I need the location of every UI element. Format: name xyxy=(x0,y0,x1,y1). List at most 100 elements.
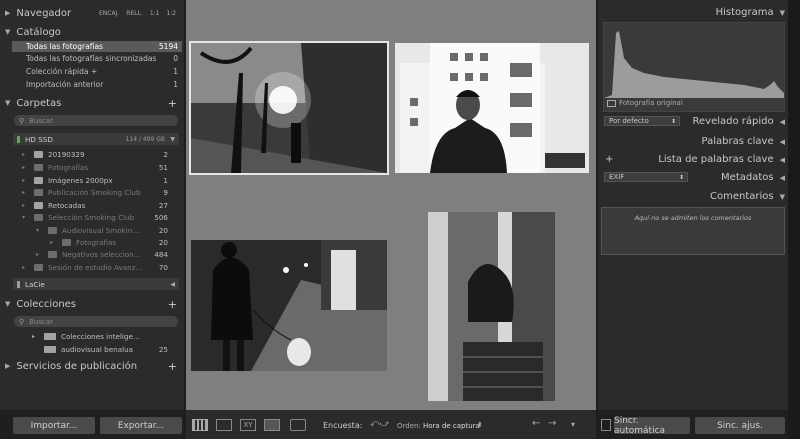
folder-count: 484 xyxy=(154,250,168,259)
folder-count: 9 xyxy=(163,188,168,197)
survey-swap-icon[interactable]: ⤺⤻ xyxy=(370,419,389,429)
expand-triangle-icon: ▼ xyxy=(779,192,785,201)
disclosure-icon: ▸ xyxy=(22,151,26,158)
keywords-header[interactable]: Palabras clave ◀ xyxy=(598,133,788,150)
folder-label: Negativos seleccion… xyxy=(62,250,141,259)
import-button[interactable]: Importar... xyxy=(13,417,95,434)
navigator-title: Navegador xyxy=(16,7,72,19)
survey-label: Encuesta: xyxy=(323,421,363,430)
search-placeholder: Buscar xyxy=(29,317,54,326)
catalog-item-label: Importación anterior xyxy=(26,80,104,89)
folder-label: Retocadas xyxy=(48,201,86,210)
folders-header[interactable]: ▼ Carpetas + xyxy=(0,94,184,112)
metadata-header[interactable]: Metadatos ◀ xyxy=(690,169,788,186)
volume-hd-ssd[interactable]: HD SSD 114 / 499 GB ▼ xyxy=(13,133,179,145)
disclosure-icon: ▸ xyxy=(22,164,26,171)
collection-item[interactable]: audiovisual benalua 25 xyxy=(32,344,182,355)
photo-thumbnail[interactable] xyxy=(395,43,589,173)
add-collection-icon[interactable]: + xyxy=(168,298,177,311)
loupe-view-icon[interactable] xyxy=(216,419,232,431)
disclosure-icon: ▸ xyxy=(50,239,54,246)
collection-count: 25 xyxy=(158,345,168,354)
folder-item[interactable]: ▸ Fotografías 20 xyxy=(50,237,182,248)
quick-develop-header[interactable]: Revelado rápido ◀ xyxy=(680,113,788,130)
volume-indicator-icon xyxy=(17,135,20,143)
histogram-header[interactable]: Histograma ▼ xyxy=(598,4,788,21)
volume-indicator-icon xyxy=(17,280,20,288)
preset-select[interactable]: Por defecto ⬍ xyxy=(604,116,680,126)
next-arrow-icon[interactable]: → xyxy=(548,418,556,429)
folder-item[interactable]: ▾ Audiovisual Smokin… 20 xyxy=(36,225,182,236)
zoom-1-1[interactable]: 1:1 xyxy=(150,10,160,17)
catalog-item-synced[interactable]: Todas las fotografías sincronizadas 0 xyxy=(12,53,182,64)
folder-label: Imágenes 2000px xyxy=(48,176,113,185)
zoom-fit[interactable]: ENCAJ. xyxy=(99,10,119,17)
original-photo-text: Fotografía original xyxy=(619,99,683,107)
collection-item[interactable]: ▸ Colecciones intelige… xyxy=(32,331,182,342)
publish-services-title: Servicios de publicación xyxy=(16,360,138,372)
add-service-icon[interactable]: + xyxy=(168,360,177,373)
comments-header[interactable]: Comentarios ▼ xyxy=(598,188,788,205)
photo-thumbnail[interactable] xyxy=(189,41,389,175)
export-button[interactable]: Exportar... xyxy=(100,417,182,434)
people-view-icon[interactable] xyxy=(290,419,306,431)
collapse-triangle-icon: ▶ xyxy=(5,9,11,17)
order-select[interactable]: Hora de captura xyxy=(423,422,480,430)
collections-title: Colecciones xyxy=(16,298,77,310)
preset-value: Por defecto xyxy=(609,117,649,125)
catalog-item-quick[interactable]: Colección rápida + 1 xyxy=(12,66,182,77)
folder-item[interactable]: ▸ Negativos seleccion… 484 xyxy=(36,249,182,260)
folder-icon xyxy=(34,189,43,196)
folder-item[interactable]: ▸ 20190329 2 xyxy=(22,149,182,160)
metadata-preset-value: EXIF xyxy=(609,173,625,181)
metadata-preset-select[interactable]: EXIF ⬍ xyxy=(604,172,688,182)
catalog-item-previous[interactable]: Importación anterior 1 xyxy=(12,79,182,90)
collections-search-input[interactable]: ⚲ Buscar xyxy=(14,316,178,327)
add-keyword-icon[interactable]: + xyxy=(605,154,613,165)
add-folder-icon[interactable]: + xyxy=(168,97,177,110)
folders-title: Carpetas xyxy=(16,97,62,109)
navigator-header[interactable]: ▶ Navegador ENCAJ. RELL. 1:1 1:2 xyxy=(0,4,184,22)
folder-item[interactable]: ▸ Sesión de estudio Avanz… 70 xyxy=(22,262,182,273)
collections-header[interactable]: ▼ Colecciones + xyxy=(0,295,184,313)
catalog-item-count: 1 xyxy=(173,80,178,89)
previous-arrow-icon[interactable]: ← xyxy=(532,418,540,429)
catalog-header[interactable]: ▼ Catálogo xyxy=(0,23,184,41)
publish-services-header[interactable]: ▶ Servicios de publicación + xyxy=(0,357,184,375)
dropdown-arrow-icon[interactable]: ⬍ xyxy=(477,421,483,429)
collection-label: Colecciones intelige… xyxy=(61,332,141,341)
survey-view-icon[interactable] xyxy=(264,419,280,431)
histogram-graph xyxy=(604,31,784,98)
sync-settings-button[interactable]: Sinc. ajus. xyxy=(695,417,785,434)
folder-item[interactable]: ▸ Publicación Smoking Club 9 xyxy=(22,187,182,198)
compare-view-icon[interactable]: XY xyxy=(240,419,256,431)
order-label: Orden: xyxy=(397,422,421,430)
folder-item[interactable]: ▸ Retocadas 27 xyxy=(22,200,182,211)
expand-triangle-icon: ◀ xyxy=(779,137,785,146)
folder-item[interactable]: ▸ Imágenes 2000px 1 xyxy=(22,175,182,186)
zoom-fill[interactable]: RELL. xyxy=(126,10,143,17)
catalog-item-count: 0 xyxy=(173,54,178,63)
folder-item[interactable]: ▸ Fotografías 51 xyxy=(22,162,182,173)
catalog-item-all[interactable]: Todas las fotografías 5194 xyxy=(12,41,182,52)
folder-icon xyxy=(34,151,43,158)
folders-search-input[interactable]: ⚲ Buscar xyxy=(14,115,178,126)
comments-box: Aquí no se admiten los comentarios xyxy=(601,207,785,255)
collection-set-icon xyxy=(44,333,56,340)
catalog-item-count: 5194 xyxy=(158,42,178,51)
folder-item[interactable]: ▾ Selección Smoking Club 506 xyxy=(22,212,182,223)
photo-thumbnail[interactable] xyxy=(428,212,555,401)
keyword-list-header[interactable]: + Lista de palabras clave ◀ xyxy=(598,151,788,168)
catalog-item-label: Todas las fotografías sincronizadas xyxy=(26,54,157,63)
photo-thumbnail[interactable] xyxy=(191,240,387,371)
search-placeholder: Buscar xyxy=(29,116,54,125)
toolbar-menu-icon[interactable]: ▾ xyxy=(571,420,575,429)
zoom-1-2[interactable]: 1:2 xyxy=(166,10,176,17)
sync-toggle-switch[interactable] xyxy=(601,419,611,431)
volume-lacie[interactable]: LaCie ◀ xyxy=(13,278,179,290)
folder-count: 27 xyxy=(158,201,168,210)
auto-sync-button[interactable]: Sincr. automática xyxy=(614,416,690,436)
folder-count: 506 xyxy=(154,213,168,222)
grid-view-icon[interactable] xyxy=(192,419,208,431)
metadata-title: Metadatos xyxy=(721,172,774,183)
